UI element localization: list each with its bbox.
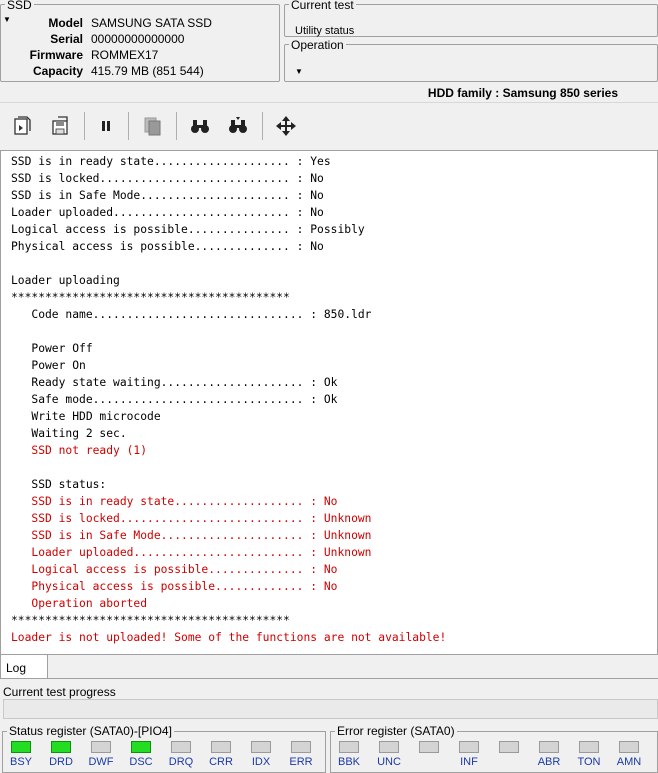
log-line: Loader uploaded.........................… xyxy=(11,546,372,559)
error-register-title: Error register (SATA0) xyxy=(335,724,457,738)
status-register-title: Status register (SATA0)-[PIO4] xyxy=(7,724,174,738)
flag-label: BSY xyxy=(9,756,32,768)
flag-led xyxy=(619,741,639,753)
model-value: SAMSUNG SATA SSD xyxy=(91,16,212,30)
flag-led xyxy=(459,741,479,753)
tab-strip: Log xyxy=(0,655,658,679)
model-label: Model xyxy=(48,16,83,30)
flag-label: IDX xyxy=(251,756,271,768)
flag-led xyxy=(419,741,439,753)
log-line: ****************************************… xyxy=(11,291,290,304)
log-line: Operation aborted xyxy=(11,597,148,610)
current-test-title: Current test xyxy=(289,0,356,12)
flag-label: BBK xyxy=(337,756,360,768)
log-line: Loader uploading xyxy=(11,274,120,287)
log-line: Logical access is possible..............… xyxy=(11,563,338,576)
serial-value: 00000000000000 xyxy=(91,32,185,46)
log-output[interactable]: SSD is in ready state...................… xyxy=(0,150,658,655)
firmware-value: ROMMEX17 xyxy=(91,48,159,62)
flag-led xyxy=(291,741,311,753)
log-line: Write HDD microcode xyxy=(11,410,161,423)
log-line: SSD is in ready state...................… xyxy=(11,155,331,168)
flag-led xyxy=(211,741,231,753)
log-line: ****************************************… xyxy=(11,614,290,627)
flag-led xyxy=(379,741,399,753)
flag-label: INF xyxy=(460,756,478,768)
log-line: Physical access is possible.............… xyxy=(11,240,324,253)
error-register-panel: Error register (SATA0) BBK UNC INF ABR TON AM… xyxy=(330,724,658,773)
flag-label: DRD xyxy=(49,756,73,768)
flag-led xyxy=(339,741,359,753)
flag-led xyxy=(251,741,271,753)
log-line: Logical access is possible..............… xyxy=(11,223,365,236)
flag-label: UNC xyxy=(377,756,401,768)
flag-label: DRQ xyxy=(168,756,194,768)
capacity-label: Capacity xyxy=(32,64,83,78)
log-line: Physical access is possible.............… xyxy=(11,580,338,593)
hdd-family-label: HDD family : Samsung 850 series xyxy=(427,86,618,100)
flag-label: DSC xyxy=(129,756,153,768)
log-line: Waiting 2 sec. xyxy=(11,427,127,440)
toolbar-separator xyxy=(262,112,263,140)
save-icon[interactable] xyxy=(46,112,74,140)
log-line: SSD is locked...........................… xyxy=(11,172,324,185)
log-line: Loader is not uploaded! Some of the func… xyxy=(11,631,447,644)
operation-panel: Operation ▼ xyxy=(284,38,658,82)
log-line: SSD not ready (1) xyxy=(11,444,148,457)
flag-led xyxy=(11,741,31,753)
tab-log[interactable]: Log xyxy=(0,655,48,679)
flag-label: DWF xyxy=(88,756,114,768)
flag-label: ERR xyxy=(289,756,313,768)
capacity-value: 415.79 MB (851 544) xyxy=(91,64,204,78)
progress-bar xyxy=(3,699,658,719)
log-line: Safe mode...............................… xyxy=(11,393,338,406)
log-line: Loader uploaded.........................… xyxy=(11,206,324,219)
log-line: SSD is locked...........................… xyxy=(11,512,372,525)
log-line: SSD is in Safe Mode.....................… xyxy=(11,189,324,202)
flag-led xyxy=(131,741,151,753)
flag-label: CRR xyxy=(209,756,233,768)
current-test-value: Utility status xyxy=(295,25,355,37)
status-register-panel: Status register (SATA0)-[PIO4] BSY DRD DWF… xyxy=(2,724,326,773)
load-icon[interactable] xyxy=(8,112,36,140)
dropdown-arrow-icon[interactable]: ▼ xyxy=(3,15,11,24)
log-line: SSD status: xyxy=(11,478,107,491)
firmware-label: Firmware xyxy=(29,48,83,62)
log-line: SSD is in Safe Mode.....................… xyxy=(11,529,372,542)
flag-led xyxy=(91,741,111,753)
toolbar-separator xyxy=(176,112,177,140)
find-icon[interactable] xyxy=(186,112,214,140)
toolbar-separator xyxy=(128,112,129,140)
log-line: SSD is in ready state...................… xyxy=(11,495,338,508)
flag-led xyxy=(171,741,191,753)
log-line: Power On xyxy=(11,359,86,372)
ssd-info-panel: SSD ▼ Model SAMSUNG SATA SSD Serial 0000… xyxy=(0,0,280,82)
log-line: Code name...............................… xyxy=(11,308,372,321)
flag-label: AMN xyxy=(616,756,642,768)
log-line: Power Off xyxy=(11,342,93,355)
toolbar xyxy=(0,104,658,148)
serial-label: Serial xyxy=(50,32,83,46)
flag-label: ABR xyxy=(537,756,561,768)
toolbar-separator xyxy=(84,112,85,140)
hdd-family-bar: HDD family : Samsung 850 series xyxy=(0,83,658,103)
flag-led xyxy=(499,741,519,753)
flag-led xyxy=(51,741,71,753)
operation-title: Operation xyxy=(289,38,346,52)
flag-led xyxy=(579,741,599,753)
ssd-panel-title: SSD xyxy=(5,0,34,12)
progress-label: Current test progress xyxy=(3,685,116,699)
pause-icon[interactable] xyxy=(92,112,120,140)
operation-dropdown-icon[interactable]: ▼ xyxy=(295,67,303,76)
flag-led xyxy=(539,741,559,753)
log-line: Ready state waiting.....................… xyxy=(11,376,338,389)
copy-icon[interactable] xyxy=(138,112,166,140)
current-test-panel: Current test Utility status xyxy=(284,0,658,37)
move-icon[interactable] xyxy=(272,112,300,140)
flag-label: TON xyxy=(577,756,601,768)
find-next-icon[interactable] xyxy=(224,112,252,140)
